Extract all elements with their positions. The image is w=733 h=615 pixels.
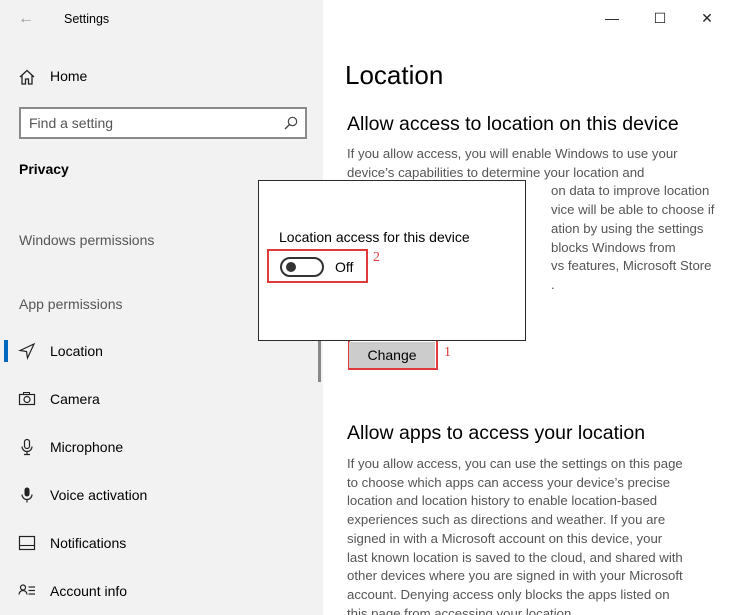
- description-line: this page from accessing your location.: [347, 605, 575, 615]
- sidebar-item-label: Location: [50, 343, 103, 359]
- section-title-privacy: Privacy: [19, 161, 69, 177]
- sidebar-item-camera[interactable]: Camera: [0, 384, 322, 414]
- search-box[interactable]: [19, 107, 307, 139]
- description-line: to choose which apps can access your dev…: [347, 474, 671, 490]
- toggle-state-label: Off: [335, 259, 354, 275]
- account-info-icon: [18, 584, 35, 595]
- section-heading-app-access: Allow apps to access your location: [347, 422, 646, 444]
- annotation-step-1: 1: [444, 345, 451, 360]
- back-arrow-icon: ←: [18, 10, 34, 27]
- description-line: last known location is saved to the clou…: [347, 549, 683, 565]
- description-line: experiences such as directions and weath…: [347, 512, 666, 528]
- home-icon: [19, 69, 35, 85]
- change-button[interactable]: Change: [349, 342, 435, 368]
- sidebar-scrollbar[interactable]: [318, 340, 321, 382]
- sidebar-item-microphone[interactable]: Microphone: [0, 432, 322, 462]
- home-label: Home: [50, 68, 88, 84]
- location-access-toggle[interactable]: [280, 257, 324, 277]
- location-access-dialog: Location access for this device Off 2: [258, 180, 526, 341]
- sidebar-item-label: Notifications: [50, 535, 127, 551]
- description-line: account. Denying access only blocks the …: [347, 586, 670, 602]
- location-icon: [18, 342, 36, 360]
- sidebar-item-label: Account info: [50, 583, 128, 599]
- description-line: If you allow access, you can use the set…: [347, 456, 683, 471]
- description-line: location and location history to enable …: [347, 493, 658, 509]
- page-title: Location: [345, 60, 444, 90]
- annotation-step-2: 2: [373, 250, 380, 265]
- back-button[interactable]: ←: [14, 8, 38, 30]
- description-line: If you allow access, you will enable Win…: [347, 146, 678, 161]
- camera-icon: [18, 392, 36, 406]
- search-icon[interactable]: [283, 115, 299, 131]
- sidebar-item-label: Microphone: [50, 439, 124, 455]
- search-input[interactable]: [29, 113, 279, 133]
- voice-activation-icon: [21, 487, 33, 503]
- sidebar-item-account-info[interactable]: Account info: [0, 576, 322, 606]
- sidebar-item-voice-activation[interactable]: Voice activation: [0, 480, 322, 510]
- app-title: Settings: [64, 12, 110, 26]
- app-access-description: If you allow access, you can use the set…: [347, 455, 719, 615]
- home-nav-item[interactable]: Home: [0, 62, 322, 90]
- sidebar-item-notifications[interactable]: Notifications: [0, 528, 322, 558]
- microphone-icon: [21, 438, 33, 456]
- location-access-label: Location access for this device: [279, 229, 470, 245]
- toggle-knob: [286, 262, 296, 272]
- sidebar-item-label: Camera: [50, 391, 100, 407]
- app-permissions-label: App permissions: [19, 296, 123, 312]
- sidebar-item-label: Voice activation: [50, 487, 148, 503]
- description-line: signed in with a Microsoft account on th…: [347, 530, 663, 546]
- section-heading-device-access: Allow access to location on this device: [347, 113, 679, 135]
- windows-permissions-label: Windows permissions: [19, 232, 155, 248]
- description-line: other devices where you are signed in wi…: [347, 568, 683, 584]
- notifications-icon: [18, 535, 36, 551]
